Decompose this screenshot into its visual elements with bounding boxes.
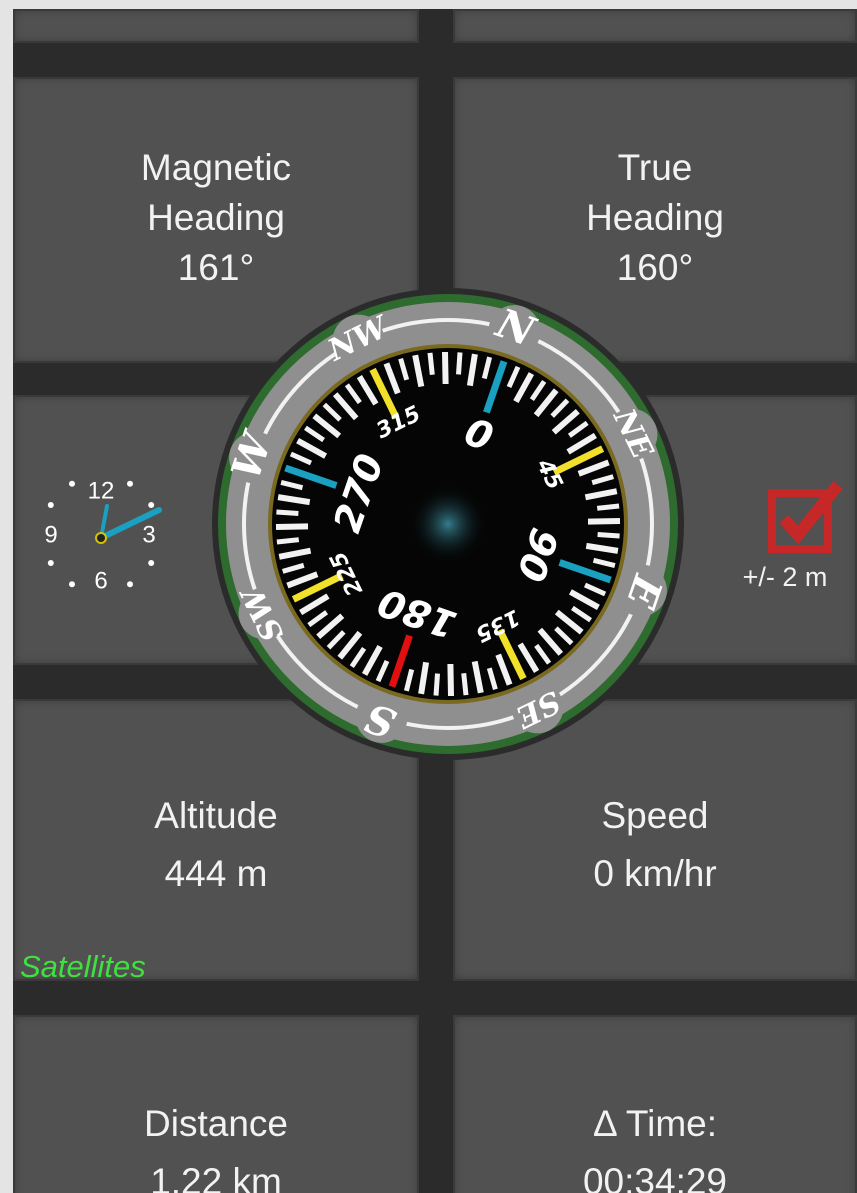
- clock-icon: 12 3 6 9: [44, 477, 162, 594]
- distance-label: Distance: [144, 1103, 288, 1144]
- compass-dial[interactable]: NNEESESSWWNW 04590135180225270315: [208, 284, 688, 764]
- true-heading-label-line2: Heading: [586, 197, 724, 238]
- compass-tick: [276, 537, 300, 545]
- compass-tick: [275, 523, 309, 530]
- altitude-value: 444 m: [164, 853, 268, 894]
- magnetic-heading-label-line2: Heading: [147, 197, 285, 238]
- compass-center-glow: [408, 484, 488, 564]
- tile-top-right-partial[interactable]: [453, 9, 857, 43]
- compass-tick: [447, 663, 454, 697]
- clock-numeral-3: 3: [142, 521, 155, 548]
- compass-tick: [456, 352, 463, 375]
- compass-tick: [433, 673, 440, 696]
- clock-center: [95, 532, 107, 544]
- clock-dot: [127, 480, 133, 487]
- altitude-label: Altitude: [154, 795, 278, 836]
- accuracy-checkbox-icon[interactable]: [768, 479, 848, 559]
- clock-numeral-6: 6: [94, 567, 107, 594]
- clock-dot: [148, 502, 155, 508]
- clock-dot: [127, 581, 133, 588]
- tile-delta-time[interactable]: Δ Time: 00:34:29: [453, 1015, 857, 1193]
- satellites-status[interactable]: Satellites: [20, 949, 146, 985]
- speed-value: 0 km/hr: [593, 853, 717, 894]
- clock-numeral-12: 12: [88, 477, 115, 504]
- compass-tick: [276, 509, 299, 516]
- compass-tick: [427, 352, 435, 376]
- true-heading-label-line1: True: [617, 147, 693, 188]
- tile-top-left-partial[interactable]: [13, 9, 419, 43]
- clock-dot: [69, 581, 75, 588]
- speed-label: Speed: [601, 795, 709, 836]
- compass-tick: [597, 532, 620, 539]
- distance-value: 1.22 km: [150, 1161, 282, 1193]
- magnetic-heading-label-line1: Magnetic: [140, 147, 292, 188]
- clock-dot: [47, 560, 54, 566]
- clock-numeral-9: 9: [44, 521, 57, 548]
- accuracy-text: +/- 2 m: [742, 562, 828, 592]
- tile-distance[interactable]: Distance 1.22 km: [13, 1015, 419, 1193]
- compass-tick: [461, 672, 469, 696]
- compass-tick: [442, 351, 449, 385]
- compass-tick: [596, 503, 620, 511]
- clock-dot: [47, 502, 54, 508]
- compass-tick: [587, 518, 621, 525]
- delta-time-label: Δ Time:: [592, 1103, 718, 1144]
- clock-dot: [148, 560, 155, 566]
- clock-dot: [69, 480, 75, 487]
- delta-time-value: 00:34:29: [582, 1161, 728, 1193]
- app-screen: Magnetic Heading 161° True Heading 160° …: [13, 9, 857, 1193]
